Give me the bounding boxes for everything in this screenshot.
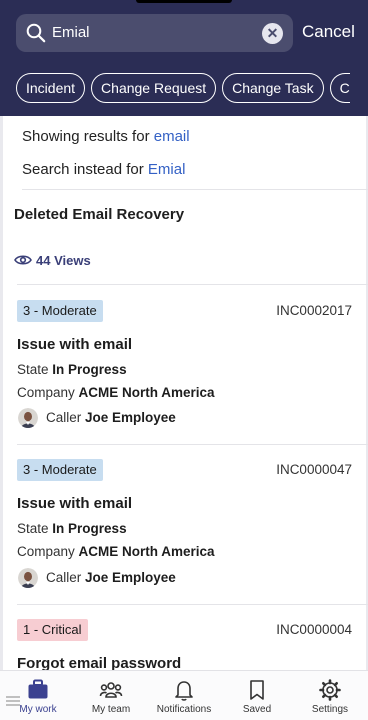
tab-my-team[interactable]: My team [74,671,148,720]
bookmark-icon [250,680,264,700]
search-header: ✕ Cancel IncidentChange RequestChange Ta… [0,0,368,116]
tab-label: My team [91,704,131,715]
state-label: State [17,521,49,536]
incident-title: Issue with email [17,336,133,353]
incident-caller: Caller Joe Employee [46,570,176,585]
caller-label: Caller [46,570,82,585]
priority-badge: 1 - Critical [17,619,88,641]
state-label: State [17,362,49,377]
incident-card[interactable]: 3 - Moderate INC0002017 Issue with email… [0,300,368,440]
tab-label: Saved [242,704,272,715]
divider [17,444,368,445]
company-label: Company [17,385,75,400]
divider [17,284,368,285]
incident-number: INC0002017 [276,303,352,318]
incident-company: Company ACME North America [17,544,215,559]
incident-state: State In Progress [17,362,127,377]
incident-number: INC0000047 [276,462,352,477]
incident-company: Company ACME North America [17,385,215,400]
company-value: ACME North America [78,385,215,400]
chip-incident[interactable]: Incident [16,73,86,103]
menu-lines-icon [6,696,20,706]
search-box[interactable]: ✕ [16,14,293,52]
filter-chips: Incident Change Request Change Task C [16,73,350,103]
company-label: Company [17,544,75,559]
incident-caller: Caller Joe Employee [46,410,176,425]
tab-label: Notifications [156,704,212,715]
showing-prefix: Showing results for [22,128,154,145]
bell-icon [175,681,193,701]
state-value: In Progress [52,521,127,536]
caller-name: Joe Employee [85,570,176,585]
search-results[interactable]: Showing results for email Search instead… [0,116,368,670]
incident-state: State In Progress [17,521,127,536]
search-instead-text: Search instead for Emial [22,161,185,178]
caller-name: Joe Employee [85,410,176,425]
incident-number: INC0000004 [276,622,352,637]
tab-label: Settings [311,704,349,715]
incident-card[interactable]: 3 - Moderate INC0000047 Issue with email… [0,459,368,599]
incident-title: Issue with email [17,495,133,512]
state-value: In Progress [52,362,127,377]
chip-change-request[interactable]: Change Request [91,73,217,103]
tab-settings[interactable]: Settings [293,671,367,720]
priority-badge: 3 - Moderate [17,300,103,322]
device-notch [136,0,232,3]
bottom-tab-bar: My work My team Notifications Saved Sett… [0,670,368,720]
kb-article-title[interactable]: Deleted Email Recovery [14,206,184,223]
chip-next[interactable]: C [329,73,350,103]
instead-prefix: Search instead for [22,161,148,178]
incident-card[interactable]: 1 - Critical INC0000004 Forgot email pas… [0,619,368,670]
priority-badge: 3 - Moderate [17,459,103,481]
tab-saved[interactable]: Saved [220,671,294,720]
clear-search-icon[interactable]: ✕ [262,23,283,44]
eye-icon [14,255,32,265]
caller-label: Caller [46,410,82,425]
divider [22,189,368,190]
caller-avatar [18,568,38,588]
briefcase-icon [28,679,48,699]
tab-notifications[interactable]: Notifications [147,671,221,720]
search-input[interactable] [52,14,262,52]
showing-results-text: Showing results for email [22,128,190,145]
original-term-link[interactable]: Emial [148,161,186,178]
company-value: ACME North America [78,544,215,559]
corrected-term-link[interactable]: email [154,128,190,145]
kb-views: 44 Views [14,253,91,269]
gear-icon [319,679,341,701]
caller-avatar [18,408,38,428]
divider [17,604,368,605]
team-icon [99,682,123,698]
cancel-button[interactable]: Cancel [302,22,355,42]
chip-change-task[interactable]: Change Task [222,73,324,103]
screen: ✕ Cancel IncidentChange RequestChange Ta… [0,0,368,720]
incident-title: Forgot email password [17,655,182,670]
search-icon [26,23,46,43]
kb-views-count: 44 Views [36,253,91,268]
